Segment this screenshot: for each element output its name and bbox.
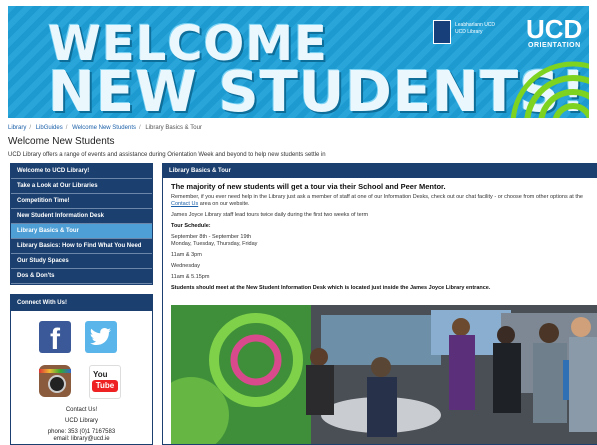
breadcrumb-library[interactable]: Library [8,125,26,131]
nav-item-find-what-you-need[interactable]: Library Basics: How to Find What You Nee… [11,239,152,254]
youtube-you: You [93,370,108,379]
meeting-point-note: Students should meet at the New Student … [171,285,491,291]
page-title: Welcome New Students [8,136,115,147]
content-body: The majority of new students will get a … [163,178,597,299]
connect-title: Connect With Us! [11,295,152,311]
breadcrumb-sep: / [29,125,32,131]
tour-days: Monday, Tuesday, Thursday, Friday [171,241,258,247]
guide-navigation: Welcome to UCD Library! Take a Look at O… [10,163,153,285]
nav-item-basics-tour[interactable]: Library Basics & Tour [11,224,152,239]
rings-graphic [510,61,589,118]
library-tour-photo [171,305,597,444]
twitter-icon[interactable] [85,321,117,353]
bird-icon [90,328,111,345]
nav-item-dos-donts[interactable]: Dos & Don'ts [11,269,152,284]
youtube-icon[interactable]: You Tube [89,365,121,399]
instagram-stripe [39,369,71,373]
breadcrumb: Library / LibGuides / Welcome New Students… [8,125,202,131]
breadcrumb-current: Library Basics & Tour [145,125,202,131]
lead-text: The majority of new students will get a … [171,182,446,191]
breadcrumb-welcome[interactable]: Welcome New Students [72,125,136,131]
contact-email[interactable]: email: library@ucd.ie [11,436,152,442]
youtube-tube: Tube [92,380,118,392]
nav-item-libraries[interactable]: Take a Look at Our Libraries [11,179,152,194]
contact-us-label: Contact Us! [65,407,98,413]
camera-lens-icon [48,375,66,393]
tour-times-1: 11am & 3pm [171,252,202,258]
help-paragraph: Remember, if you ever need help in the L… [171,194,590,208]
facebook-icon[interactable]: f [39,321,71,356]
contact-org: UCD Library [64,418,98,424]
tour-schedule-label: Tour Schedule: [171,223,211,229]
tour-times-2: 11am & 5.15pm [171,274,210,280]
connect-box: Connect With Us! f You Tube Contact Us! … [10,294,153,445]
nav-item-welcome[interactable]: Welcome to UCD Library! [11,164,152,179]
breadcrumb-libguides[interactable]: LibGuides [36,125,63,131]
tours-paragraph: James Joyce Library staff lead tours twi… [171,212,369,218]
instagram-icon[interactable] [39,365,71,397]
ucd-library-logo[interactable]: Leabharlann UCD UCD Library [433,18,503,46]
nav-item-competition[interactable]: Competition Time! [11,194,152,209]
crest-icon [433,20,451,44]
welcome-banner: WELCOME NEW STUDENTS! Leabharlann UCD UC… [8,6,589,118]
content-panel: Library Basics & Tour The majority of ne… [162,163,597,445]
content-panel-title: Library Basics & Tour [163,164,597,178]
help-text-end: area on our website. [198,201,250,207]
contact-phone: phone: 353 (0)1 7167583 [47,429,116,435]
breadcrumb-sep: / [138,125,141,131]
ucd-logo[interactable]: UCD [526,16,582,42]
nav-item-study-spaces[interactable]: Our Study Spaces [11,254,152,269]
library-logo-text: Leabharlann UCD UCD Library [455,22,496,35]
help-text-start: Remember, if you ever need help in the L… [171,194,583,200]
tour-day-wednesday: Wednesday [171,263,200,269]
contact-us-link[interactable]: Contact Us [171,201,198,207]
orientation-label: ORIENTATION [528,42,581,49]
breadcrumb-sep: / [65,125,68,131]
tour-dates: September 8th - September 19th [171,234,252,240]
nav-item-info-desk[interactable]: New Student Information Desk [11,209,152,224]
page-intro: UCD Library offers a range of events and… [8,152,326,158]
